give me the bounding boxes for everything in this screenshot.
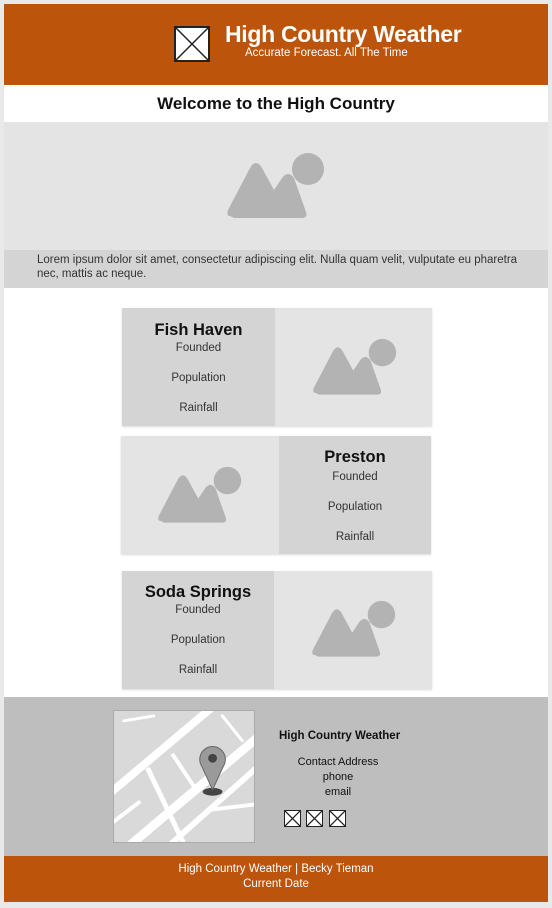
town-founded: Founded — [175, 604, 221, 616]
image-placeholder-icon — [311, 600, 397, 660]
image-placeholder-icon — [226, 152, 326, 222]
social-icon-2[interactable] — [306, 810, 323, 827]
footer-credit: High Country Weather | Becky Tieman — [178, 863, 374, 875]
footer-date: Current Date — [243, 878, 309, 890]
town-card-preston[interactable]: Preston Founded Population Rainfall — [121, 436, 431, 554]
site-title[interactable]: High Country Weather — [225, 21, 462, 48]
town-founded: Founded — [175, 342, 222, 354]
image-placeholder-icon — [312, 338, 398, 398]
image-placeholder-icon — [157, 466, 243, 526]
town-founded: Founded — [332, 471, 378, 483]
contact-section: High Country Weather Contact Address pho… — [4, 697, 548, 856]
site-footer: High Country Weather | Becky Tieman Curr… — [4, 856, 548, 902]
logo-placeholder-icon[interactable] — [174, 26, 210, 62]
town-info: Soda Springs Founded Population Rainfall — [122, 571, 274, 689]
contact-email[interactable]: email — [268, 786, 408, 798]
town-name[interactable]: Preston — [279, 448, 431, 467]
town-rainfall: Rainfall — [335, 531, 375, 543]
page-frame: High Country Weather Accurate Forecast. … — [4, 4, 548, 902]
town-rainfall: Rainfall — [178, 664, 218, 676]
social-icon-3[interactable] — [329, 810, 346, 827]
social-icon-1[interactable] — [284, 810, 301, 827]
hero-image — [4, 122, 548, 250]
town-card-fish-haven[interactable]: Fish Haven Founded Population Rainfall — [122, 308, 432, 426]
site-tagline: Accurate Forecast. All The Time — [245, 47, 408, 59]
contact-phone[interactable]: phone — [268, 771, 408, 783]
map-placeholder[interactable] — [113, 710, 255, 843]
town-rainfall: Rainfall — [179, 402, 218, 414]
town-card-soda-springs[interactable]: Soda Springs Founded Population Rainfall — [122, 571, 432, 689]
town-population: Population — [170, 634, 226, 646]
town-name[interactable]: Fish Haven — [122, 321, 275, 340]
hero-caption: Lorem ipsum dolor sit amet, consectetur … — [4, 250, 548, 288]
hero-text: Lorem ipsum dolor sit amet, consectetur … — [37, 254, 518, 280]
town-population: Population — [171, 372, 226, 384]
contact-title: High Country Weather — [279, 730, 401, 742]
town-info: Preston Founded Population Rainfall — [279, 436, 431, 554]
contact-address: Contact Address — [297, 756, 379, 768]
town-population: Population — [327, 501, 383, 513]
site-header: High Country Weather Accurate Forecast. … — [4, 4, 548, 85]
page-title: Welcome to the High Country — [157, 94, 395, 113]
town-name[interactable]: Soda Springs — [122, 583, 274, 602]
town-info: Fish Haven Founded Population Rainfall — [122, 308, 275, 426]
